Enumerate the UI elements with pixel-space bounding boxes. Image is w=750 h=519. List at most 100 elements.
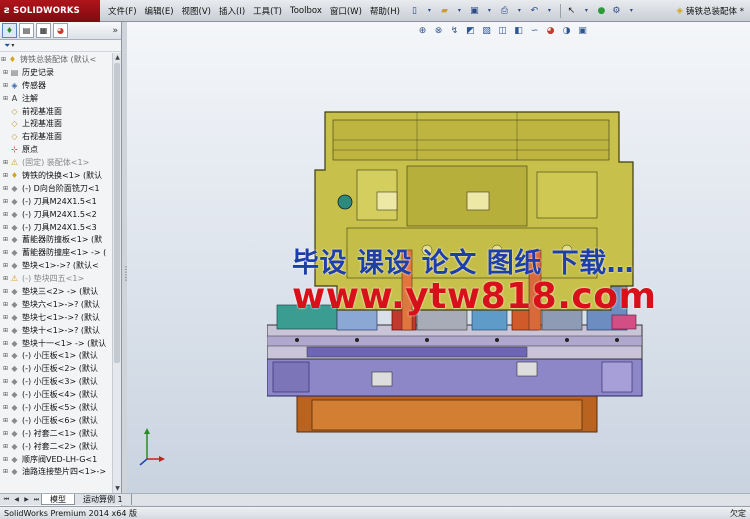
tree-item[interactable]: ⊞ ♦ 铸铁的快换<1> (默认 (0, 169, 112, 182)
configuration-manager-tab-icon[interactable]: ▦ (36, 23, 51, 38)
tree-expand-icon[interactable]: ⊞ (2, 378, 9, 385)
tree-item[interactable]: ⊹ 原点 (0, 143, 112, 156)
menu-edit[interactable]: 编辑(E) (141, 5, 178, 17)
tree-filter[interactable]: ⏷ ▾ (0, 40, 121, 52)
display-manager-tab-icon[interactable]: ◕ (53, 23, 68, 38)
tree-expand-icon[interactable]: ⊞ (2, 82, 9, 89)
tree-expand-icon[interactable]: ⊞ (2, 224, 9, 231)
tab-motion-study[interactable]: 运动算例 1 (75, 494, 132, 505)
scroll-up-arrow-icon[interactable]: ▲ (113, 53, 122, 62)
tree-expand-icon[interactable]: ⊞ (2, 288, 9, 295)
tree-item[interactable]: ⊞ ◆ 蓄能器防撞板<1> (默 (0, 233, 112, 246)
tree-expand-icon[interactable]: ⊞ (2, 391, 9, 398)
tree-expand-icon[interactable]: ⊞ (2, 468, 9, 475)
tree-root-item[interactable]: ⊞ ♦ 铸铁总装配体 (默认< (0, 53, 112, 66)
tree-expand-icon[interactable]: ⊞ (2, 417, 9, 424)
first-tab-arrow-icon[interactable]: ⏮ (2, 495, 11, 504)
tree-item[interactable]: ⊞ ◆ (-) D向台阶面铣刀<1 (0, 182, 112, 195)
tree-item[interactable]: ⊞ ◆ 蓄能器防撞座<1> -> ( (0, 246, 112, 259)
hide-show-items-icon[interactable]: ∽ (528, 24, 541, 37)
graphics-area[interactable]: ⊕ ⊗ ↯ ◩ ▧ ◫ ◧ ∽ ◕ ◑ ▣ 毕设 课设 论文 图纸 下载… ww… (127, 22, 750, 493)
tree-item[interactable]: ⊞ ◆ 顺序阀VED-LH-G<1 (0, 453, 112, 466)
options-gear-icon[interactable]: ⚙ (610, 4, 623, 17)
filter-icon[interactable]: ⏷ (4, 41, 10, 51)
solidworks-logo[interactable]: ƨ SOLIDWORKS (0, 0, 100, 22)
prev-tab-arrow-icon[interactable]: ◀ (12, 495, 21, 504)
panel-expand-icon[interactable]: » (112, 26, 118, 36)
filter-dropdown[interactable]: ▾ (11, 42, 14, 49)
tree-expand-icon[interactable]: ⊞ (2, 159, 9, 166)
tree-item[interactable]: ⊞ ◆ (-) 小压板<1> (默认 (0, 349, 112, 362)
menu-tools[interactable]: 工具(T) (249, 5, 286, 17)
section-view-icon[interactable]: ◩ (464, 24, 477, 37)
tree-expand-icon[interactable]: ⊞ (2, 443, 9, 450)
menu-toolbox[interactable]: Toolbox (286, 6, 326, 16)
dropdown-arrow-icon[interactable]: ▾ (625, 4, 638, 17)
open-folder-icon[interactable]: ▰ (438, 4, 451, 17)
tree-item[interactable]: ⊞ ◈ 传感器 (0, 79, 112, 92)
tree-expand-icon[interactable]: ⊞ (2, 314, 9, 321)
tree-expand-icon[interactable]: ⊞ (2, 301, 9, 308)
tree-expand-icon[interactable]: ⊞ (2, 275, 9, 282)
tree-expand-icon[interactable]: ⊞ (2, 185, 9, 192)
tree-expand-icon[interactable]: ⊞ (2, 95, 9, 102)
tree-expand-icon[interactable]: ⊞ (0, 56, 7, 63)
tree-item[interactable]: ⊞ ◆ (-) 小压板<6> (默认 (0, 414, 112, 427)
tree-item[interactable]: ⊞ ◆ (-) 刀具M24X1.5<3 (0, 221, 112, 234)
tree-item[interactable]: ⊞ ⚠ (-) 垫块四五<1> (0, 272, 112, 285)
menu-file[interactable]: 文件(F) (104, 5, 141, 17)
undo-icon[interactable]: ↶ (528, 4, 541, 17)
tree-item[interactable]: ⊞ ◆ 垫块六<1>->? (默认 (0, 298, 112, 311)
tree-item[interactable]: ⊞ ◆ (-) 刀具M24X1.5<1 (0, 195, 112, 208)
tree-item[interactable]: ⊞ ◆ 垫块十一<1> -> (默认 (0, 337, 112, 350)
tree-expand-icon[interactable]: ⊞ (2, 404, 9, 411)
tree-item[interactable]: ⊞ ◆ 油路连接垫片四<1>-> (0, 466, 112, 479)
tree-expand-icon[interactable]: ⊞ (2, 340, 9, 347)
zoom-to-fit-icon[interactable]: ⊕ (416, 24, 429, 37)
scroll-down-arrow-icon[interactable]: ▼ (113, 484, 122, 493)
tree-expand-icon[interactable]: ⊞ (2, 327, 9, 334)
tree-item[interactable]: ⊞ ◆ (-) 刀具M24X1.5<2 (0, 208, 112, 221)
tree-item[interactable]: ⊞ ◆ (-) 小压板<4> (默认 (0, 388, 112, 401)
select-cursor-icon[interactable]: ↖ (565, 4, 578, 17)
view-settings-icon[interactable]: ▣ (576, 24, 589, 37)
print-icon[interactable]: ⎙ (498, 4, 511, 17)
tree-expand-icon[interactable]: ⊞ (2, 456, 9, 463)
dropdown-arrow-icon[interactable]: ▾ (423, 4, 436, 17)
edit-appearance-icon[interactable]: ◕ (544, 24, 557, 37)
tree-item[interactable]: ◇ 右视基准面 (0, 130, 112, 143)
dropdown-arrow-icon[interactable]: ▾ (483, 4, 496, 17)
tree-item[interactable]: ◇ 前视基准面 (0, 105, 112, 118)
tree-expand-icon[interactable]: ⊞ (2, 352, 9, 359)
last-tab-arrow-icon[interactable]: ⏭ (32, 495, 41, 504)
tree-item[interactable]: ⊞ ◆ 垫块七<1>->? (默认 (0, 311, 112, 324)
menu-view[interactable]: 视图(V) (178, 5, 215, 17)
dropdown-arrow-icon[interactable]: ▾ (580, 4, 593, 17)
menu-window[interactable]: 窗口(W) (326, 5, 366, 17)
display-style-icon[interactable]: ◧ (512, 24, 525, 37)
dropdown-arrow-icon[interactable]: ▾ (453, 4, 466, 17)
tree-expand-icon[interactable]: ⊞ (2, 365, 9, 372)
tree-item[interactable]: ⊞ A 注解 (0, 92, 112, 105)
tree-item[interactable]: ⊞ ◆ (-) 小压板<2> (默认 (0, 362, 112, 375)
menu-insert[interactable]: 插入(I) (215, 5, 249, 17)
tree-expand-icon[interactable]: ⊞ (2, 430, 9, 437)
tree-item[interactable]: ⊞ ◆ (-) 小压板<3> (默认 (0, 375, 112, 388)
tree-item[interactable]: ⊞ ◆ (-) 衬套二<2> (默认 (0, 440, 112, 453)
dynamic-annotation-icon[interactable]: ▧ (480, 24, 493, 37)
previous-view-icon[interactable]: ↯ (448, 24, 461, 37)
new-document-icon[interactable]: ▯ (408, 4, 421, 17)
tree-expand-icon[interactable]: ⊞ (2, 69, 9, 76)
menu-help[interactable]: 帮助(H) (366, 5, 404, 17)
tree-item[interactable]: ⊞ ◆ 垫块十<1>->? (默认 (0, 324, 112, 337)
view-orientation-icon[interactable]: ◫ (496, 24, 509, 37)
zoom-to-area-icon[interactable]: ⊗ (432, 24, 445, 37)
tree-expand-icon[interactable]: ⊞ (2, 172, 9, 179)
tree-expand-icon[interactable]: ⊞ (2, 211, 9, 218)
dropdown-arrow-icon[interactable]: ▾ (543, 4, 556, 17)
rebuild-traffic-light-icon[interactable]: ● (595, 4, 608, 17)
scroll-thumb[interactable] (114, 63, 120, 363)
tree-item[interactable]: ⊞ ◆ 垫块三<2> -> (默认 (0, 285, 112, 298)
tree-expand-icon[interactable]: ⊞ (2, 249, 9, 256)
save-icon[interactable]: ▣ (468, 4, 481, 17)
